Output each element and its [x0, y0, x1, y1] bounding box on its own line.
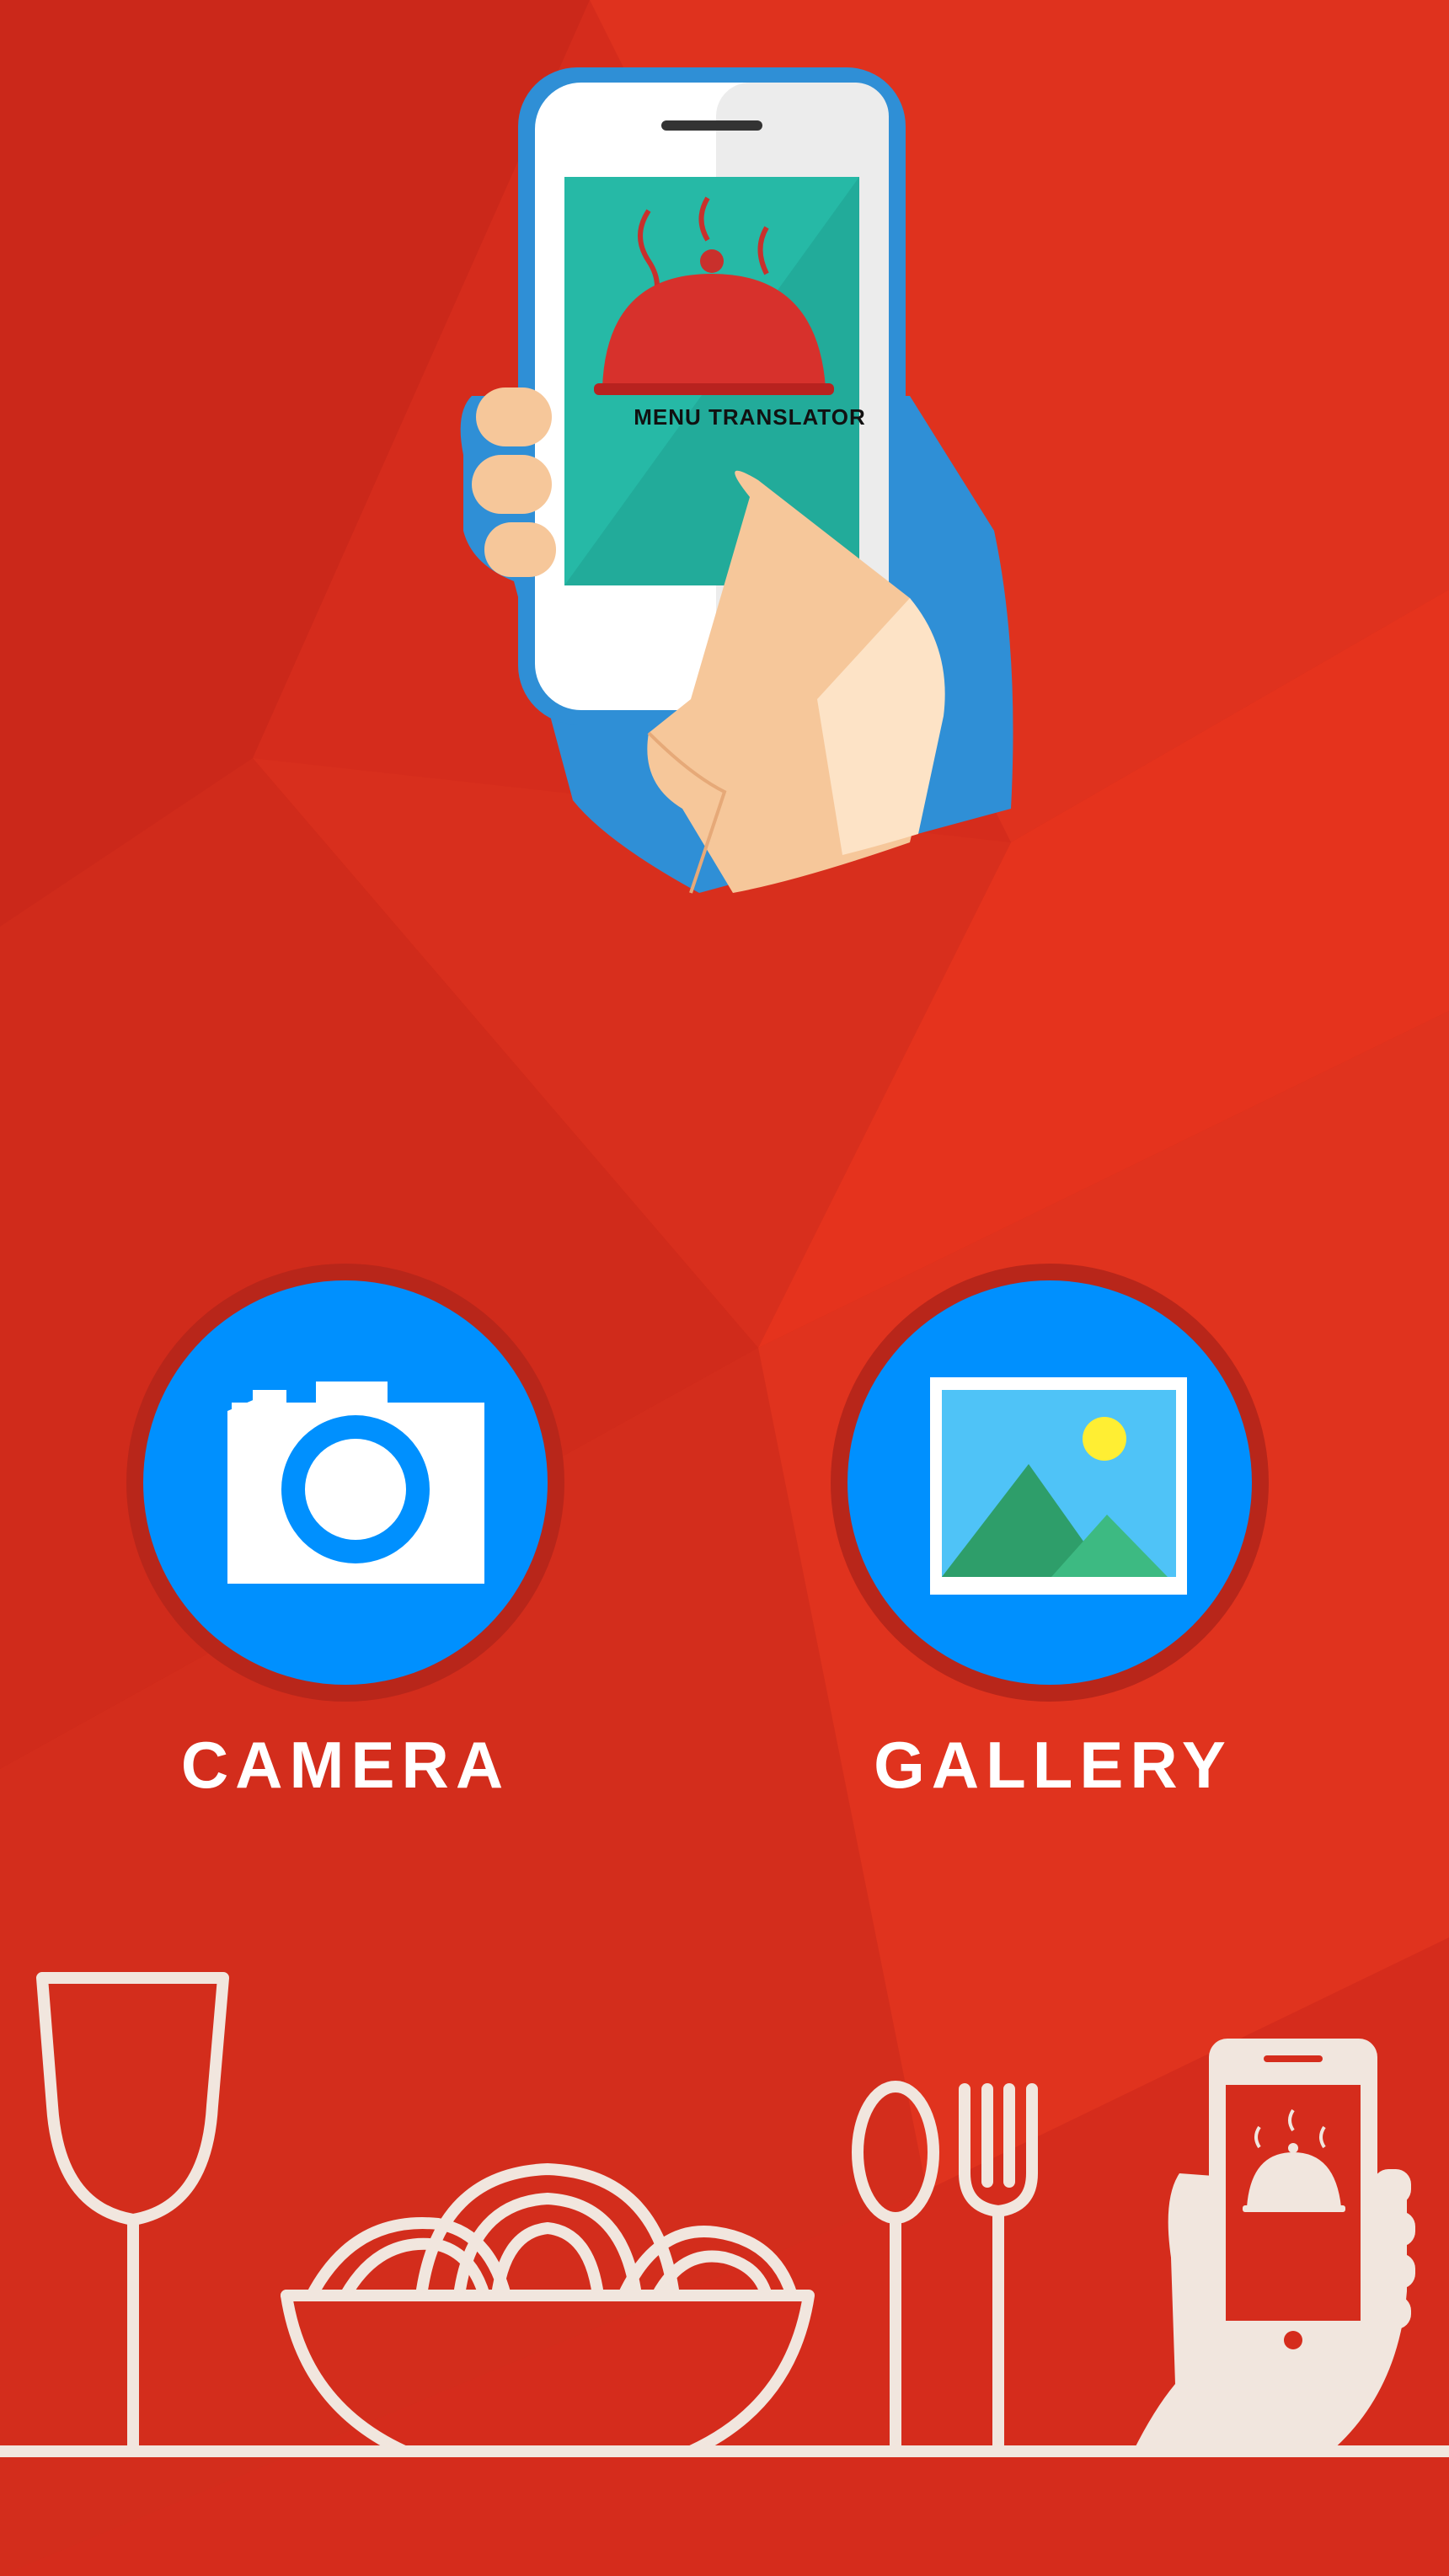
fork-icon — [959, 2083, 1038, 2457]
hand-phone-icon — [1133, 2039, 1415, 2451]
wine-glass-icon — [36, 1972, 229, 2457]
spoon-icon — [852, 2081, 939, 2457]
camera-button[interactable] — [126, 1264, 564, 1702]
camera-icon — [227, 1382, 484, 1584]
noodle-bowl-icon — [281, 2163, 815, 2457]
logo-text: MENU TRANSLATOR — [634, 404, 866, 430]
camera-label: CAMERA — [180, 1728, 511, 1802]
hand-holding-phone-icon — [460, 67, 1013, 894]
gallery-button[interactable] — [831, 1264, 1269, 1702]
gallery-icon — [930, 1377, 1187, 1595]
gallery-label: GALLERY — [874, 1728, 1232, 1802]
footer-illustration — [0, 1972, 1449, 2457]
